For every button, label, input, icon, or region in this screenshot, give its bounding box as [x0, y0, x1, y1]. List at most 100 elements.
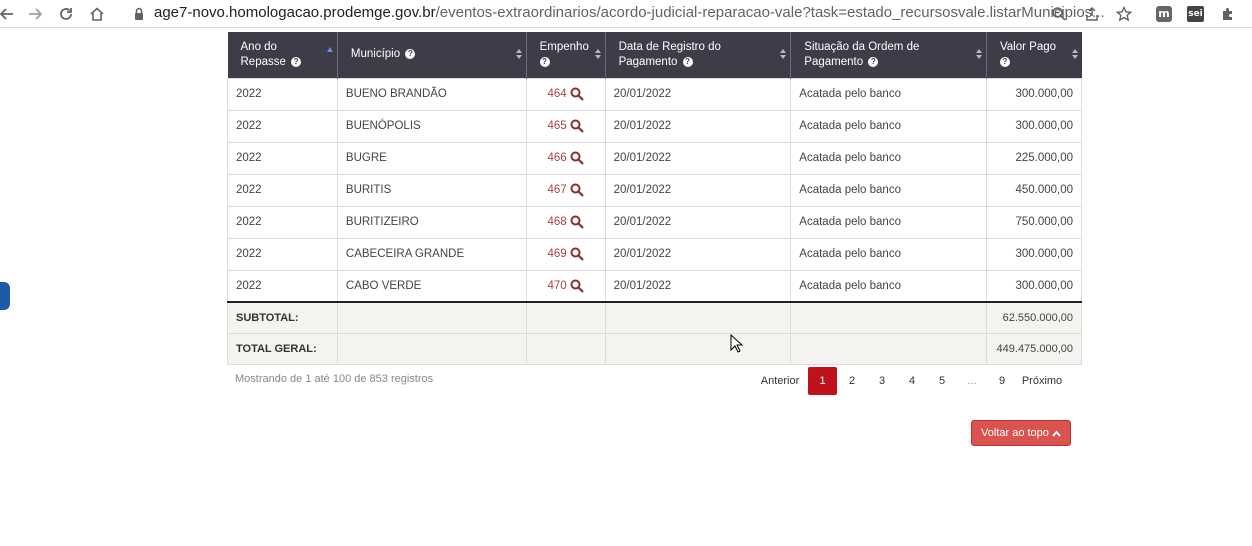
cell-ano: 2022 — [227, 109, 338, 143]
mouse-cursor-icon — [730, 334, 744, 353]
cell-ano: 2022 — [227, 237, 338, 271]
empty-cell — [604, 301, 792, 334]
cell-empenho[interactable]: 465 — [525, 109, 606, 143]
pagination: Anterior 1 2 3 4 5 ... 9 Próximo — [752, 367, 1067, 395]
table-row: 2022 BURITIZEIRO 468 20/01/2022 Acatada … — [227, 205, 1083, 239]
extension-sei-icon[interactable]: sei — [1187, 6, 1204, 22]
cell-empenho[interactable]: 467 — [525, 173, 606, 207]
help-icon[interactable]: ? — [682, 56, 693, 67]
pagination-prev[interactable]: Anterior — [752, 367, 808, 395]
chevron-up-icon — [1052, 430, 1061, 437]
repasses-table: Ano do Repasse ? Município ? Empenho ? D… — [227, 32, 1083, 365]
help-icon[interactable]: ? — [291, 56, 302, 67]
cell-ano: 2022 — [227, 269, 338, 303]
help-icon[interactable]: ? — [539, 56, 550, 67]
pagination-page-9[interactable]: 9 — [987, 367, 1017, 395]
lock-icon[interactable] — [128, 3, 150, 25]
cell-municipio: CABO VERDE — [336, 269, 527, 303]
empenho-link[interactable]: 467 — [548, 184, 567, 196]
empenho-link[interactable]: 468 — [548, 216, 567, 228]
search-icon[interactable] — [570, 183, 584, 197]
header-ano-label: Ano do Repasse — [240, 40, 286, 68]
cell-valor: 225.000,00 — [985, 141, 1083, 175]
table-row: 2022 CABECEIRA GRANDE 469 20/01/2022 Aca… — [227, 237, 1083, 271]
pagination-page-3[interactable]: 3 — [867, 367, 897, 395]
empty-cell — [790, 332, 987, 365]
table-row: 2022 BUGRE 466 20/01/2022 Acatada pelo b… — [227, 141, 1083, 175]
sort-icon — [1071, 49, 1078, 61]
reload-icon[interactable] — [55, 3, 77, 25]
extensions-puzzle-icon[interactable] — [1217, 3, 1239, 25]
back-to-top-button[interactable]: Voltar ao topo — [971, 420, 1071, 446]
search-icon[interactable] — [570, 279, 584, 293]
cell-ano: 2022 — [227, 205, 338, 239]
cell-valor: 300.000,00 — [985, 237, 1083, 271]
search-icon[interactable] — [570, 119, 584, 133]
cell-situacao: Acatada pelo banco — [790, 141, 987, 175]
zoom-icon[interactable] — [1048, 3, 1070, 25]
cell-situacao: Acatada pelo banco — [790, 109, 987, 143]
header-municipio-label: Município — [350, 48, 401, 61]
share-icon[interactable] — [1081, 3, 1103, 25]
browser-toolbar: age7-novo.homologacao.prodemge.gov.br/ev… — [0, 0, 1252, 28]
header-data-registro[interactable]: Data de Registro do Pagamento ? — [605, 32, 792, 78]
address-bar[interactable]: age7-novo.homologacao.prodemge.gov.br/ev… — [154, 4, 1105, 21]
empenho-link[interactable]: 470 — [548, 280, 567, 292]
empenho-link[interactable]: 464 — [548, 88, 567, 100]
sort-icon — [780, 49, 787, 61]
cell-municipio: BURITIS — [336, 173, 527, 207]
pagination-page-2[interactable]: 2 — [837, 367, 867, 395]
cell-empenho[interactable]: 468 — [525, 205, 606, 239]
cell-municipio: CABECEIRA GRANDE — [336, 237, 527, 271]
help-icon[interactable]: ? — [868, 56, 879, 67]
pagination-page-4[interactable]: 4 — [897, 367, 927, 395]
header-empenho[interactable]: Empenho ? — [526, 32, 606, 78]
subtotal-value: 62.550.000,00 — [985, 301, 1083, 334]
pagination-page-1[interactable]: 1 — [808, 367, 837, 395]
cell-municipio: BUGRE — [336, 141, 527, 175]
pagination-page-5[interactable]: 5 — [927, 367, 957, 395]
header-ano-repasse[interactable]: Ano do Repasse ? — [227, 32, 338, 78]
help-icon[interactable]: ? — [999, 56, 1010, 67]
empenho-link[interactable]: 465 — [548, 120, 567, 132]
pagination-next[interactable]: Próximo — [1017, 367, 1067, 395]
total-label: TOTAL GERAL: — [227, 332, 338, 365]
header-municipio[interactable]: Município ? — [337, 32, 527, 78]
cell-valor: 300.000,00 — [985, 269, 1083, 303]
sort-icon — [515, 49, 522, 61]
cell-empenho[interactable]: 464 — [525, 77, 606, 111]
side-floating-tab[interactable] — [0, 282, 10, 310]
cell-data: 20/01/2022 — [604, 237, 792, 271]
pagination-ellipsis: ... — [967, 375, 977, 387]
empty-cell — [525, 332, 606, 365]
cell-empenho[interactable]: 469 — [525, 237, 606, 271]
cell-situacao: Acatada pelo banco — [790, 173, 987, 207]
table-row: 2022 BUENÓPOLIS 465 20/01/2022 Acatada p… — [227, 109, 1083, 143]
cell-situacao: Acatada pelo banco — [790, 77, 987, 111]
sort-icon — [975, 49, 982, 61]
empenho-link[interactable]: 466 — [548, 152, 567, 164]
home-icon[interactable] — [86, 3, 108, 25]
bookmark-star-icon[interactable] — [1113, 3, 1135, 25]
search-icon[interactable] — [570, 87, 584, 101]
cell-valor: 300.000,00 — [985, 77, 1083, 111]
sort-asc-icon — [326, 47, 333, 52]
search-icon[interactable] — [570, 215, 584, 229]
url-domain: age7-novo.homologacao.prodemge.gov.br — [154, 4, 436, 21]
empenho-link[interactable]: 469 — [548, 248, 567, 260]
cell-ano: 2022 — [227, 173, 338, 207]
back-arrow-icon[interactable] — [0, 3, 18, 25]
cell-empenho[interactable]: 470 — [525, 269, 606, 303]
help-icon[interactable]: ? — [405, 49, 416, 60]
cell-empenho[interactable]: 466 — [525, 141, 606, 175]
forward-arrow-icon[interactable] — [24, 3, 46, 25]
search-icon[interactable] — [570, 247, 584, 261]
empty-cell — [336, 301, 527, 334]
table-header-row: Ano do Repasse ? Município ? Empenho ? D… — [227, 32, 1082, 78]
header-situacao[interactable]: Situação da Ordem de Pagamento ? — [790, 32, 987, 78]
cell-situacao: Acatada pelo banco — [790, 205, 987, 239]
cell-data: 20/01/2022 — [604, 205, 792, 239]
extension-m-icon[interactable]: m — [1156, 6, 1172, 22]
search-icon[interactable] — [570, 151, 584, 165]
header-valor-pago[interactable]: Valor Pago ? — [986, 32, 1082, 78]
